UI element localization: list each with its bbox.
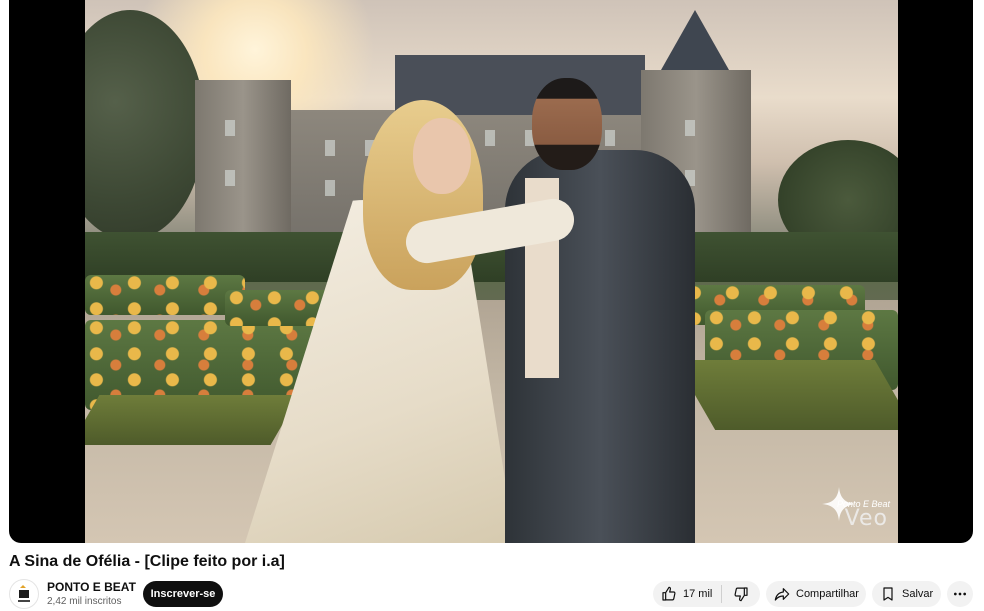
subscriber-count: 2,42 mil inscritos bbox=[47, 596, 122, 607]
like-button[interactable]: 17 mil bbox=[653, 586, 721, 602]
hedge bbox=[674, 360, 898, 430]
hedge bbox=[85, 395, 300, 445]
share-arrow-icon bbox=[774, 588, 790, 601]
woman-face bbox=[413, 118, 471, 194]
dislike-button[interactable] bbox=[722, 586, 760, 602]
save-button[interactable]: Salvar bbox=[872, 581, 941, 607]
channel-name[interactable]: PONTO E BEAT bbox=[47, 580, 136, 594]
like-count: 17 mil bbox=[683, 588, 713, 600]
video-player[interactable]: Ponto E Beat Veo bbox=[9, 0, 973, 543]
more-horizontal-icon bbox=[954, 592, 966, 596]
man-head bbox=[532, 78, 602, 170]
share-label: Compartilhar bbox=[796, 588, 859, 600]
flower-bed bbox=[85, 275, 245, 315]
channel-avatar[interactable] bbox=[9, 579, 39, 609]
channel-logo-icon bbox=[18, 585, 30, 602]
share-button[interactable]: Compartilhar bbox=[766, 581, 866, 607]
subscribe-button[interactable]: Inscrever-se bbox=[143, 581, 223, 607]
save-label: Salvar bbox=[902, 588, 934, 600]
more-actions-button[interactable] bbox=[947, 581, 973, 607]
thumbs-down-icon bbox=[734, 587, 748, 602]
veo-watermark: Veo bbox=[844, 506, 888, 531]
video-title: A Sina de Ofélia - [Clipe feito por i.a] bbox=[9, 553, 285, 570]
bookmark-icon bbox=[883, 587, 893, 601]
video-frame[interactable]: Ponto E Beat Veo bbox=[85, 0, 898, 543]
like-dislike-group: 17 mil bbox=[653, 581, 760, 607]
thumbs-up-icon bbox=[662, 586, 676, 601]
